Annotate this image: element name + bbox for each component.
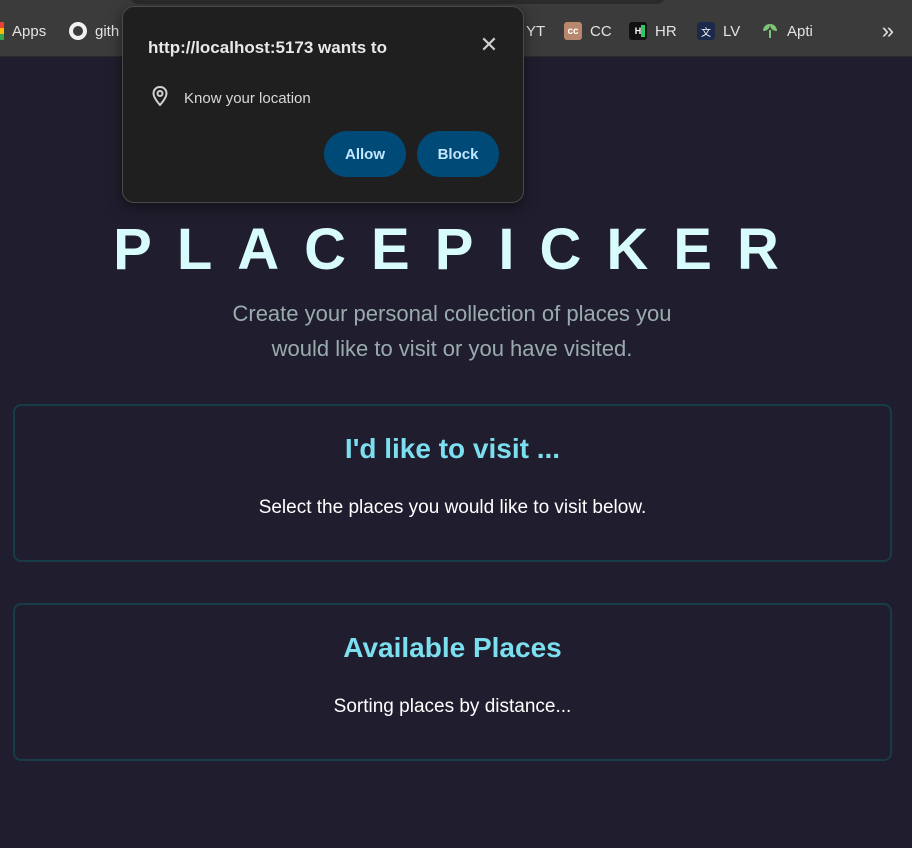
bookmark-hr[interactable]: H HR bbox=[629, 20, 677, 42]
hackerrank-icon: H bbox=[629, 22, 647, 40]
bookmark-label: CC bbox=[590, 22, 612, 40]
section-title: Available Places bbox=[343, 632, 562, 663]
bookmark-label: HR bbox=[655, 22, 677, 40]
permission-request-row: Know your location bbox=[150, 85, 311, 112]
bookmark-label: Apps bbox=[12, 22, 47, 40]
available-places-section: Available Places Sorting places by dista… bbox=[13, 603, 892, 761]
permission-origin-text: http://localhost:5173 wants to bbox=[148, 38, 387, 57]
bookmark-github[interactable]: gith bbox=[69, 20, 119, 42]
bookmark-label: YT bbox=[526, 22, 546, 40]
omnibox-edge bbox=[130, 0, 665, 4]
github-icon bbox=[69, 22, 87, 40]
permission-request-label: Know your location bbox=[184, 90, 311, 107]
bookmark-yt[interactable]: YT bbox=[526, 20, 545, 42]
page-title: PLACEPICKER bbox=[113, 217, 804, 282]
bookmark-apps[interactable]: Apps bbox=[0, 20, 46, 42]
more-bookmarks-icon[interactable]: » bbox=[882, 18, 894, 44]
location-pin-icon bbox=[150, 85, 170, 112]
codechef-icon: cc bbox=[564, 22, 582, 40]
bookmark-label: LV bbox=[723, 22, 741, 40]
location-permission-popup: http://localhost:5173 wants to ✕ Know yo… bbox=[122, 6, 524, 203]
translate-icon: 文 bbox=[697, 22, 715, 40]
section-title: I'd like to visit ... bbox=[344, 433, 561, 464]
allow-button[interactable]: Allow bbox=[324, 131, 406, 177]
bookmark-label: Apti bbox=[787, 22, 813, 40]
section-fallback-text: Select the places you would like to visi… bbox=[258, 497, 647, 518]
block-button[interactable]: Block bbox=[417, 131, 499, 177]
page-subtitle: Create your personal collection of place… bbox=[232, 301, 672, 361]
apps-grid-icon bbox=[0, 22, 4, 40]
section-loading-text: Sorting places by distance... bbox=[333, 696, 572, 717]
bookmark-cc[interactable]: cc CC bbox=[564, 20, 612, 42]
leaf-icon bbox=[761, 22, 779, 40]
bookmark-apti[interactable]: Apti bbox=[761, 20, 813, 42]
bookmark-lv[interactable]: 文 LV bbox=[697, 20, 740, 42]
close-icon[interactable]: ✕ bbox=[478, 34, 500, 56]
bookmark-label: gith bbox=[95, 22, 120, 40]
visit-list-section: I'd like to visit ... Select the places … bbox=[13, 404, 892, 562]
